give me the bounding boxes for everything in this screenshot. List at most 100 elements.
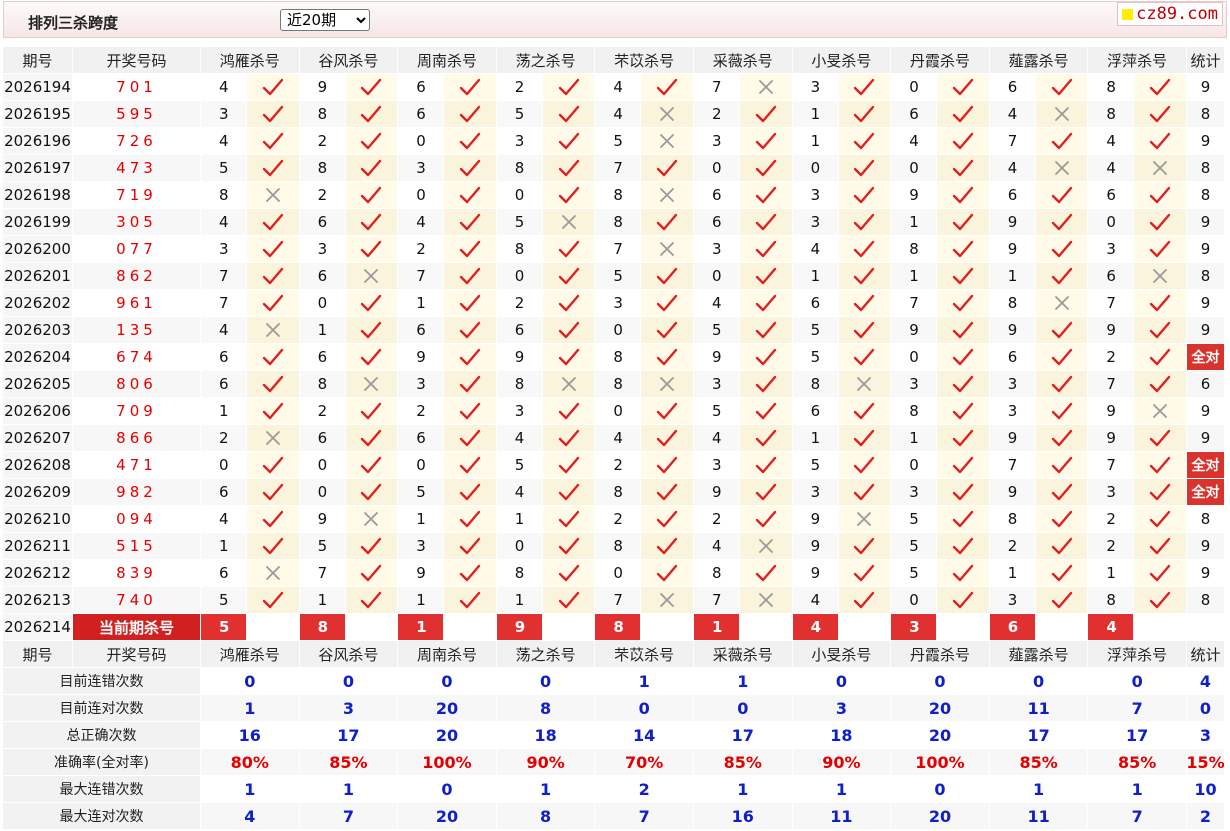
draw-number-cell: 862 [73, 263, 200, 289]
check-icon [1149, 240, 1171, 258]
site-logo[interactable]: cz89.com [1117, 2, 1223, 26]
col-header-stat[interactable]: 统计 [1187, 641, 1224, 667]
check-icon [1051, 132, 1072, 150]
col-header-killer-8[interactable]: 丹霞杀号 [891, 47, 989, 73]
kill-number-cell: 0 [398, 128, 444, 154]
col-header-stat[interactable]: 统计 [1187, 47, 1224, 73]
period-select[interactable]: 近20期 [280, 9, 370, 31]
kill-number-cell: 0 [398, 452, 444, 478]
hit-mark-cell [937, 533, 989, 559]
col-header-killer-5[interactable]: 芣苡杀号 [595, 641, 693, 667]
hit-mark-cell [247, 263, 299, 289]
hit-mark-cell [937, 398, 989, 424]
stat-value: 0 [398, 776, 496, 802]
kill-number-cell: 3 [1088, 236, 1134, 262]
miss-mark-cell [641, 587, 693, 613]
check-icon [1051, 591, 1072, 609]
miss-mark-cell [838, 506, 891, 532]
kill-number-cell: 1 [792, 425, 838, 451]
col-header-killer-4[interactable]: 荡之杀号 [496, 47, 595, 73]
check-icon [755, 564, 776, 582]
check-icon [262, 456, 283, 474]
hit-mark-cell [444, 344, 496, 370]
hit-mark-cell [1134, 479, 1186, 505]
check-icon [656, 267, 678, 285]
col-header-killer-7[interactable]: 小旻杀号 [792, 641, 891, 667]
kill-number-cell: 6 [891, 101, 937, 127]
draw-number-cell: 077 [73, 236, 200, 262]
col-header-killer-4[interactable]: 荡之杀号 [496, 641, 595, 667]
kill-number-cell: 8 [496, 560, 542, 586]
col-header-killer-5[interactable]: 芣苡杀号 [595, 47, 693, 73]
hit-mark-cell [542, 74, 595, 100]
hit-mark-cell [937, 587, 989, 613]
col-header-draw[interactable]: 开奖号码 [73, 641, 200, 667]
col-header-killer-9[interactable]: 薤露杀号 [989, 47, 1088, 73]
cross-icon [364, 512, 379, 526]
kill-number-cell: 2 [398, 236, 444, 262]
check-icon [854, 213, 875, 231]
col-header-killer-8[interactable]: 丹霞杀号 [891, 641, 989, 667]
kill-number-cell: 2 [496, 74, 542, 100]
draw-number-cell: 806 [73, 371, 200, 397]
kill-number-cell: 0 [299, 452, 345, 478]
period-cell: 2026213 [3, 587, 72, 613]
col-header-killer-9[interactable]: 薤露杀号 [989, 641, 1088, 667]
draw-number-cell: 839 [73, 560, 200, 586]
col-header-killer-6[interactable]: 采薇杀号 [694, 47, 792, 73]
draw-number-cell: 726 [73, 128, 200, 154]
hit-mark-cell [838, 101, 891, 127]
check-icon [459, 240, 481, 258]
col-header-killer-1[interactable]: 鸿雁杀号 [201, 641, 299, 667]
check-icon [854, 564, 875, 582]
hit-mark-cell [247, 398, 299, 424]
stat-value: 4 [1187, 668, 1224, 694]
col-header-killer-7[interactable]: 小旻杀号 [792, 47, 891, 73]
kill-number-cell: 5 [792, 344, 838, 370]
stat-label: 最大连对次数 [3, 803, 200, 829]
miss-mark-cell [740, 74, 792, 100]
col-header-killer-3[interactable]: 周南杀号 [398, 641, 496, 667]
col-header-period[interactable]: 期号 [3, 47, 72, 73]
check-icon [361, 78, 382, 96]
kill-number-cell: 3 [201, 101, 246, 127]
col-header-killer-6[interactable]: 采薇杀号 [694, 641, 792, 667]
kill-number-cell: 9 [792, 560, 838, 586]
kill-number-cell: 1 [792, 128, 838, 154]
kill-number-cell: 6 [1088, 263, 1134, 289]
check-icon [1149, 78, 1171, 96]
col-header-killer-2[interactable]: 谷风杀号 [299, 47, 398, 73]
col-header-killer-10[interactable]: 浮萍杀号 [1088, 641, 1186, 667]
stat-value: 11 [989, 803, 1088, 829]
check-icon [656, 159, 678, 177]
hit-mark-cell [1134, 587, 1186, 613]
col-header-killer-1[interactable]: 鸿雁杀号 [201, 47, 299, 73]
cross-icon [660, 593, 675, 607]
stat-value: 85% [1088, 749, 1186, 775]
kill-number-cell: 1 [398, 290, 444, 316]
check-icon [952, 213, 974, 231]
stat-value: 0 [891, 668, 989, 694]
kill-number-cell: 4 [201, 506, 246, 532]
stat-cell: 8 [1187, 506, 1224, 532]
hit-mark-cell [740, 236, 792, 262]
kill-number-cell: 3 [792, 182, 838, 208]
miss-mark-cell [247, 560, 299, 586]
check-icon [952, 564, 974, 582]
check-icon [262, 132, 283, 150]
col-header-period[interactable]: 期号 [3, 641, 72, 667]
col-header-draw[interactable]: 开奖号码 [73, 47, 200, 73]
kill-number-cell: 7 [398, 263, 444, 289]
check-icon [952, 375, 974, 393]
hit-mark-cell [1035, 479, 1088, 505]
period-cell: 2026198 [3, 182, 72, 208]
kill-number-cell: 8 [595, 209, 641, 235]
col-header-killer-2[interactable]: 谷风杀号 [299, 641, 398, 667]
miss-mark-cell [345, 371, 398, 397]
kill-number-cell: 5 [891, 533, 937, 559]
check-icon [459, 510, 481, 528]
col-header-killer-10[interactable]: 浮萍杀号 [1088, 47, 1186, 73]
cross-icon [265, 431, 280, 445]
check-icon [656, 483, 678, 501]
col-header-killer-3[interactable]: 周南杀号 [398, 47, 496, 73]
